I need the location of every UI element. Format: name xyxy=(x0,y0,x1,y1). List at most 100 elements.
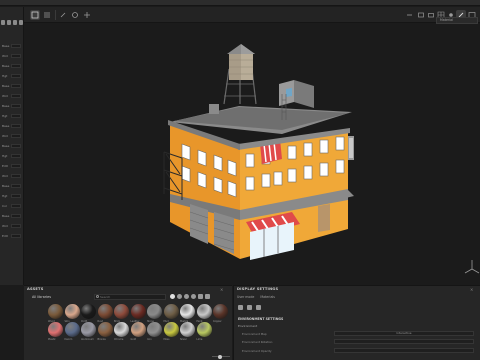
property-value-field[interactable] xyxy=(11,173,21,178)
environment-icon[interactable] xyxy=(238,305,243,310)
material-thumbnail[interactable] xyxy=(97,304,113,319)
property-label: Hgt xyxy=(2,113,8,118)
material-thumbnail[interactable] xyxy=(48,322,63,337)
material-thumbnail[interactable] xyxy=(97,322,113,337)
property-value-field[interactable] xyxy=(11,233,21,238)
3d-viewport[interactable] xyxy=(24,24,480,284)
smart-material-filter-icon[interactable] xyxy=(177,294,182,299)
property-row[interactable]: Base xyxy=(2,143,21,148)
property-label: Base xyxy=(2,143,10,148)
property-value-field[interactable] xyxy=(11,63,21,68)
library-filter[interactable]: All libraries xyxy=(32,295,51,299)
property-value-field[interactable] xyxy=(11,123,21,128)
screenshot-icon[interactable] xyxy=(416,10,426,20)
property-value-field[interactable] xyxy=(11,153,21,158)
material-thumbnail[interactable] xyxy=(213,304,228,319)
material-thumbnail[interactable] xyxy=(163,304,179,319)
property-row[interactable]: Base xyxy=(2,123,21,128)
property-row[interactable]: Edit xyxy=(2,163,21,168)
property-value-field[interactable] xyxy=(11,103,21,108)
material-thumbnail[interactable] xyxy=(196,304,212,319)
material-thumbnail[interactable] xyxy=(180,304,195,319)
material-thumbnail[interactable] xyxy=(81,322,96,337)
property-row[interactable]: Wid xyxy=(2,93,21,98)
undo-icon[interactable] xyxy=(404,10,414,20)
building-model xyxy=(163,44,480,274)
select-tool-icon[interactable] xyxy=(30,10,40,20)
property-row[interactable]: Hgt xyxy=(2,193,21,198)
material-name: Lime xyxy=(196,337,203,341)
property-row[interactable]: Base xyxy=(2,43,21,48)
fill-tool-icon[interactable] xyxy=(70,10,80,20)
property-row[interactable]: Wid xyxy=(2,223,21,228)
display-close-icon[interactable]: × xyxy=(470,287,473,292)
material-thumbnail[interactable] xyxy=(81,304,96,319)
texture-filter-icon[interactable] xyxy=(198,294,203,299)
camera-settings-icon[interactable] xyxy=(247,305,252,310)
material-name: Aluminium xyxy=(81,337,94,341)
material-thumbnail[interactable] xyxy=(163,322,179,337)
property-row[interactable]: Hgt xyxy=(2,113,21,118)
property-row[interactable]: Base xyxy=(2,83,21,88)
property-value-field[interactable] xyxy=(11,203,21,208)
property-row[interactable]: Base xyxy=(2,63,21,68)
list-view-icon[interactable] xyxy=(42,10,52,20)
material-thumbnail[interactable] xyxy=(147,322,162,337)
property-value-field[interactable] xyxy=(11,213,21,218)
property-value-field[interactable] xyxy=(11,133,21,138)
assets-search-input[interactable]: Search xyxy=(94,294,166,300)
property-row[interactable]: Wid xyxy=(2,173,21,178)
property-row[interactable]: Base xyxy=(2,213,21,218)
environment-rotation-field[interactable] xyxy=(334,339,474,344)
viewer-settings-icon[interactable] xyxy=(256,305,261,310)
property-row[interactable]: Wid xyxy=(2,53,21,58)
environment-map-field[interactable]: Interactive xyxy=(334,331,474,336)
environment-opacity-field[interactable] xyxy=(334,348,474,353)
property-value-field[interactable] xyxy=(11,93,21,98)
material-thumbnail[interactable] xyxy=(130,304,146,319)
property-value-field[interactable] xyxy=(11,193,21,198)
property-row[interactable]: Base xyxy=(2,103,21,108)
property-row[interactable]: Col xyxy=(2,203,21,208)
thumbnail-size-slider[interactable] xyxy=(212,354,230,359)
property-row[interactable]: Edit xyxy=(2,233,21,238)
assets-close-icon[interactable]: × xyxy=(220,287,223,292)
property-row[interactable]: Hgt xyxy=(2,73,21,78)
material-name: Plastic xyxy=(48,337,56,341)
window-title-bar xyxy=(0,0,480,6)
property-value-field[interactable] xyxy=(11,143,21,148)
brush-filter-icon[interactable] xyxy=(191,294,196,299)
material-thumbnail[interactable] xyxy=(114,322,129,337)
mask-filter-icon[interactable] xyxy=(184,294,189,299)
grid-view-icon[interactable] xyxy=(205,294,210,299)
property-value-field[interactable] xyxy=(11,53,21,58)
property-value-field[interactable] xyxy=(11,183,21,188)
material-thumbnail[interactable] xyxy=(180,322,195,337)
property-row[interactable]: Base xyxy=(2,183,21,188)
property-label: Base xyxy=(2,103,10,108)
tab-materials[interactable]: Materials xyxy=(260,295,275,299)
property-value-field[interactable] xyxy=(11,43,21,48)
property-value-field[interactable] xyxy=(11,163,21,168)
material-thumbnail[interactable] xyxy=(64,322,80,337)
transform-tool-icon[interactable] xyxy=(82,10,92,20)
property-label: Base xyxy=(2,43,10,48)
property-value-field[interactable] xyxy=(11,113,21,118)
paint-tool-icon[interactable] xyxy=(58,10,68,20)
material-thumbnail[interactable] xyxy=(114,304,129,319)
material-thumbnail[interactable] xyxy=(48,304,63,319)
material-filter-icon[interactable] xyxy=(170,294,175,299)
camera-icon[interactable] xyxy=(426,10,436,20)
material-thumbnail[interactable] xyxy=(130,322,146,337)
property-row[interactable]: Hgt xyxy=(2,153,21,158)
property-value-field[interactable] xyxy=(11,73,21,78)
property-value-field[interactable] xyxy=(11,223,21,228)
property-value-field[interactable] xyxy=(11,83,21,88)
material-thumbnail[interactable] xyxy=(196,322,212,337)
viewport-mode-select[interactable]: Material xyxy=(436,17,478,24)
property-row[interactable]: Wid xyxy=(2,133,21,138)
material-name: Chrome xyxy=(114,337,124,341)
tab-user-mode[interactable]: User mode xyxy=(237,295,254,299)
material-thumbnail[interactable] xyxy=(147,304,162,319)
material-thumbnail[interactable] xyxy=(64,304,80,319)
